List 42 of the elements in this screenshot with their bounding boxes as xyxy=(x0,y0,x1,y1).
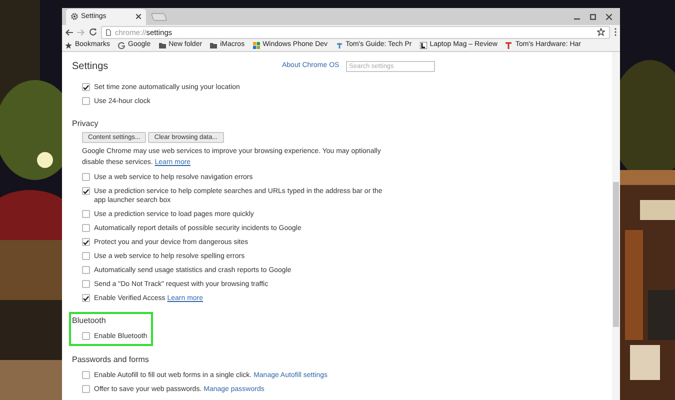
check-icon xyxy=(83,240,89,244)
folder-icon xyxy=(158,42,166,49)
settings-icon xyxy=(71,13,78,20)
letter-t-icon xyxy=(505,42,512,49)
checkbox[interactable] xyxy=(82,294,90,302)
checkbox[interactable] xyxy=(82,280,90,288)
checkbox[interactable] xyxy=(82,371,90,379)
back-icon[interactable] xyxy=(65,28,73,36)
check-icon xyxy=(83,296,89,300)
checkbox[interactable] xyxy=(82,252,90,260)
checkbox[interactable] xyxy=(82,83,90,91)
check-icon xyxy=(83,84,89,90)
new-tab-button[interactable] xyxy=(150,12,168,21)
checkbox[interactable] xyxy=(82,385,90,393)
letter-l-icon xyxy=(420,42,427,49)
checkbox[interactable] xyxy=(82,97,90,105)
folder-icon xyxy=(210,42,218,49)
checkbox[interactable] xyxy=(82,224,90,232)
checkbox[interactable] xyxy=(82,173,90,181)
checkbox[interactable] xyxy=(82,238,90,246)
check-icon xyxy=(83,188,89,194)
forward-icon[interactable] xyxy=(77,28,85,36)
checkbox[interactable] xyxy=(82,210,90,218)
checkbox[interactable] xyxy=(82,266,90,274)
section-heading: Privacy xyxy=(72,118,100,130)
checkbox[interactable] xyxy=(82,187,90,195)
checkbox[interactable] xyxy=(82,332,90,340)
scrollbar[interactable] xyxy=(612,52,620,400)
menu-icon[interactable] xyxy=(614,28,617,36)
letter-g-icon xyxy=(118,42,126,49)
tiles-icon xyxy=(252,42,260,49)
close-icon xyxy=(136,14,141,20)
page-icon xyxy=(106,28,111,36)
star-icon xyxy=(65,42,72,49)
section-heading: Passwords and forms xyxy=(72,354,150,366)
letter-t-icon xyxy=(336,42,343,49)
maximize-icon xyxy=(590,14,596,20)
star-icon xyxy=(597,28,605,36)
close-icon xyxy=(606,14,612,20)
page-title: Settings xyxy=(72,60,110,74)
reload-icon[interactable] xyxy=(89,28,97,36)
section-heading: Bluetooth xyxy=(72,315,107,327)
